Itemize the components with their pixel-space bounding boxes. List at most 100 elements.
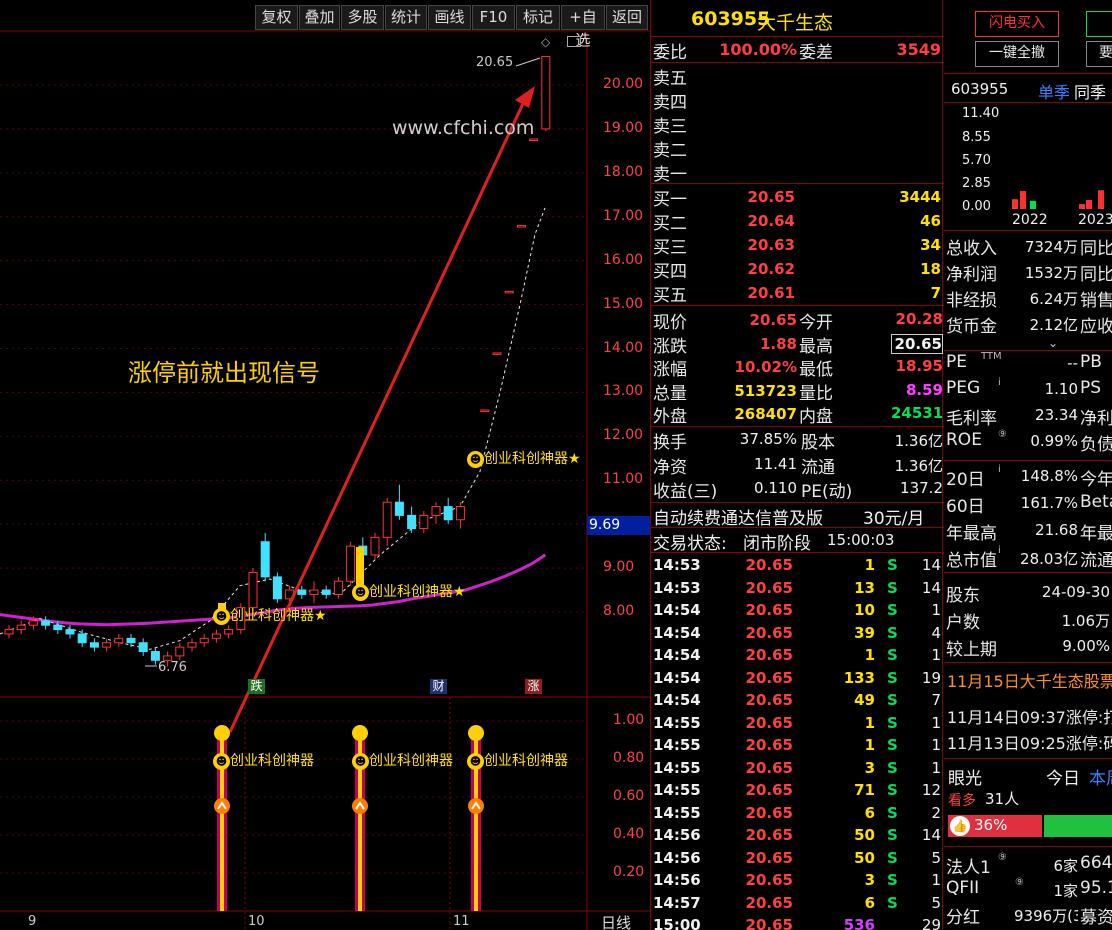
quote-stat-row: 总量 513723 量比 8.59 bbox=[651, 379, 944, 404]
toolbar-btn-5[interactable]: F10 bbox=[472, 5, 515, 30]
stat-value: 137.2 bbox=[900, 479, 943, 497]
toolbar-btn-8[interactable]: 返回 bbox=[606, 5, 648, 30]
tick-volume: 3 bbox=[864, 758, 875, 777]
tick-volume: 1 bbox=[864, 736, 875, 754]
flash-buy-button[interactable]: 闪电买入 bbox=[975, 11, 1059, 37]
earnings-tick: 8.55 bbox=[962, 130, 991, 145]
bid-label: 买二 bbox=[653, 214, 687, 234]
tab-same-quarter[interactable]: 同季 bbox=[1074, 79, 1106, 103]
tick-row[interactable]: 14:54 20.65 133 S 19 bbox=[651, 668, 944, 690]
bid-level-row[interactable]: 买五 20.61 7 bbox=[651, 281, 944, 306]
tick-row[interactable]: 14:53 20.65 13 S 14 bbox=[651, 578, 944, 600]
tick-row[interactable]: 14:54 20.65 39 S 4 bbox=[651, 623, 944, 645]
tick-row[interactable]: 15:00 20.65 536 29 bbox=[651, 915, 944, 930]
f10-row-label: ROE bbox=[946, 430, 982, 450]
promo-text[interactable]: 自动续费通达信普及版 bbox=[653, 504, 823, 529]
indicator-tick: 0.20 bbox=[613, 864, 645, 880]
toolbar-btn-7[interactable]: +自选 bbox=[561, 5, 605, 49]
f10-row-sup: TTM bbox=[981, 351, 1002, 362]
view-label: 眼光 bbox=[948, 769, 982, 789]
today-tab[interactable]: 今日 bbox=[1046, 764, 1080, 789]
tab-quarter[interactable]: 单季 bbox=[1038, 79, 1070, 103]
smile-icon: ☻ bbox=[213, 607, 230, 625]
candle bbox=[224, 625, 234, 639]
f10-row-value: 0.99% bbox=[1030, 432, 1078, 450]
f10-row-extra: Beta bbox=[1080, 492, 1112, 512]
tick-row[interactable]: 14:56 20.65 3 S 1 bbox=[651, 870, 944, 892]
tick-row[interactable]: 14:55 20.65 1 S 1 bbox=[651, 713, 944, 735]
toolbar-btn-6[interactable]: 标记 bbox=[516, 5, 560, 30]
tick-row[interactable]: 14:57 20.65 6 S 5 bbox=[651, 893, 944, 915]
toolbar-btn-4[interactable]: 画线 bbox=[428, 5, 471, 30]
tick-time: 14:53 bbox=[653, 556, 701, 574]
tick-count: 1 bbox=[931, 871, 941, 889]
quote-stat-row: 外盘 268407内盘 245316 bbox=[651, 402, 944, 427]
event-drop-badge[interactable]: 跌 bbox=[248, 679, 265, 694]
f10-row: 货币金 2.12亿 应收 bbox=[944, 312, 1112, 337]
tick-count: 1 bbox=[931, 601, 941, 619]
period-label[interactable]: 日线 bbox=[601, 912, 631, 930]
date-label-nov: 11 bbox=[453, 914, 470, 929]
tick-side: S bbox=[887, 556, 898, 574]
bid-level-row[interactable]: 买一 20.65 3444 bbox=[651, 185, 944, 210]
toolbar-btn-2[interactable]: 多股 bbox=[341, 5, 384, 30]
candle bbox=[41, 616, 51, 630]
tick-row[interactable]: 14:54 20.65 10 S 1 bbox=[651, 600, 944, 622]
f10-panel: 闪电买入 一键全撤 要 603955 单季 同季 11.40 8.55 5.70 2.… bbox=[944, 0, 1112, 930]
earnings-bar bbox=[1020, 191, 1026, 209]
toolbar-btn-3[interactable]: 统计 bbox=[385, 5, 427, 30]
quote-panel: 603955 大千生态 委比 100.00% 委差 3549 卖五 卖四 卖三 卖二卖… bbox=[650, 0, 944, 930]
more-button[interactable]: 要 bbox=[1086, 41, 1112, 67]
price-tick: 9.00 bbox=[603, 559, 635, 576]
window-icon[interactable] bbox=[567, 36, 581, 47]
news-item[interactable]: 11月13日09:25涨停:码 bbox=[947, 730, 1112, 754]
toolbar-btn-0[interactable]: 复权 bbox=[255, 5, 298, 30]
tick-count: 1 bbox=[931, 713, 941, 732]
tick-row[interactable]: 14:54 20.65 1 S 1 bbox=[651, 645, 944, 667]
tick-row[interactable]: 14:55 20.65 71 S 12 bbox=[651, 780, 944, 802]
news-item[interactable]: 11月15日大千生态股票 bbox=[947, 668, 1112, 692]
bid-label: 买五 bbox=[653, 286, 687, 306]
toolbar-btn-1[interactable]: 叠加 bbox=[299, 5, 340, 30]
f10-row-sup: i bbox=[998, 545, 1001, 556]
tick-price: 20.65 bbox=[745, 893, 793, 912]
cancel-all-button[interactable]: 一键全撤 bbox=[975, 41, 1059, 67]
flash-sell-button[interactable] bbox=[1086, 11, 1112, 37]
earnings-bar bbox=[1098, 190, 1104, 209]
tick-price: 20.65 bbox=[745, 578, 793, 597]
tick-volume: 71 bbox=[854, 781, 875, 799]
stat-value: 513723 bbox=[734, 381, 797, 400]
thumbs-up-icon[interactable]: 👍 bbox=[950, 816, 970, 836]
tick-count: 4 bbox=[931, 623, 941, 642]
tick-row[interactable]: 14:53 20.65 1 S 14 bbox=[651, 555, 944, 577]
price-tick: 11.00 bbox=[603, 471, 644, 488]
tick-row[interactable]: 14:56 20.65 50 S 14 bbox=[651, 825, 944, 847]
tick-row[interactable]: 14:55 20.65 1 S 1 bbox=[651, 735, 944, 757]
tick-price: 20.65 bbox=[745, 691, 793, 709]
tick-row[interactable]: 14:55 20.65 6 S 2 bbox=[651, 803, 944, 825]
tick-row[interactable]: 14:54 20.65 49 S 7 bbox=[651, 690, 944, 712]
low-price-label: 6.76 bbox=[158, 660, 187, 675]
stat-value: 20.65 bbox=[749, 311, 797, 329]
bid-level-row[interactable]: 买二 20.64 46 bbox=[651, 209, 944, 234]
price-tick: 17.00 bbox=[603, 207, 644, 224]
stat-label: 最低 bbox=[799, 360, 833, 380]
f10-row: 毛利率 23.34 净利 bbox=[944, 404, 1112, 429]
tick-volume: 13 bbox=[854, 578, 875, 597]
bid-level-row[interactable]: 买四 20.62 18 bbox=[651, 257, 944, 282]
event-limitup-badge[interactable]: 涨 bbox=[525, 679, 542, 694]
tick-row[interactable]: 14:55 20.65 3 S 1 bbox=[651, 758, 944, 780]
promo-price[interactable]: 30元/月 bbox=[863, 504, 924, 529]
news-item[interactable]: 11月14日09:37涨停:打 bbox=[947, 704, 1112, 728]
quote-stat2-row: 收益(三) 0.110 PE(动) 137.2 bbox=[651, 477, 944, 502]
tick-row[interactable]: 14:56 20.65 50 S 5 bbox=[651, 848, 944, 870]
chevron-down-icon[interactable]: ⌄ bbox=[1048, 336, 1058, 350]
tick-price: 20.65 bbox=[745, 848, 793, 867]
chevron-up-icon bbox=[468, 798, 484, 814]
event-finance-badge[interactable]: 财 bbox=[430, 679, 447, 694]
high-price-label: 20.65 bbox=[476, 55, 514, 70]
diamond-icon[interactable]: ◇ bbox=[541, 35, 550, 49]
indicator-tick: 0.80 bbox=[613, 750, 645, 766]
week-tab[interactable]: 本周 bbox=[1089, 764, 1112, 789]
bid-level-row[interactable]: 买三 20.63 34 bbox=[651, 233, 944, 258]
